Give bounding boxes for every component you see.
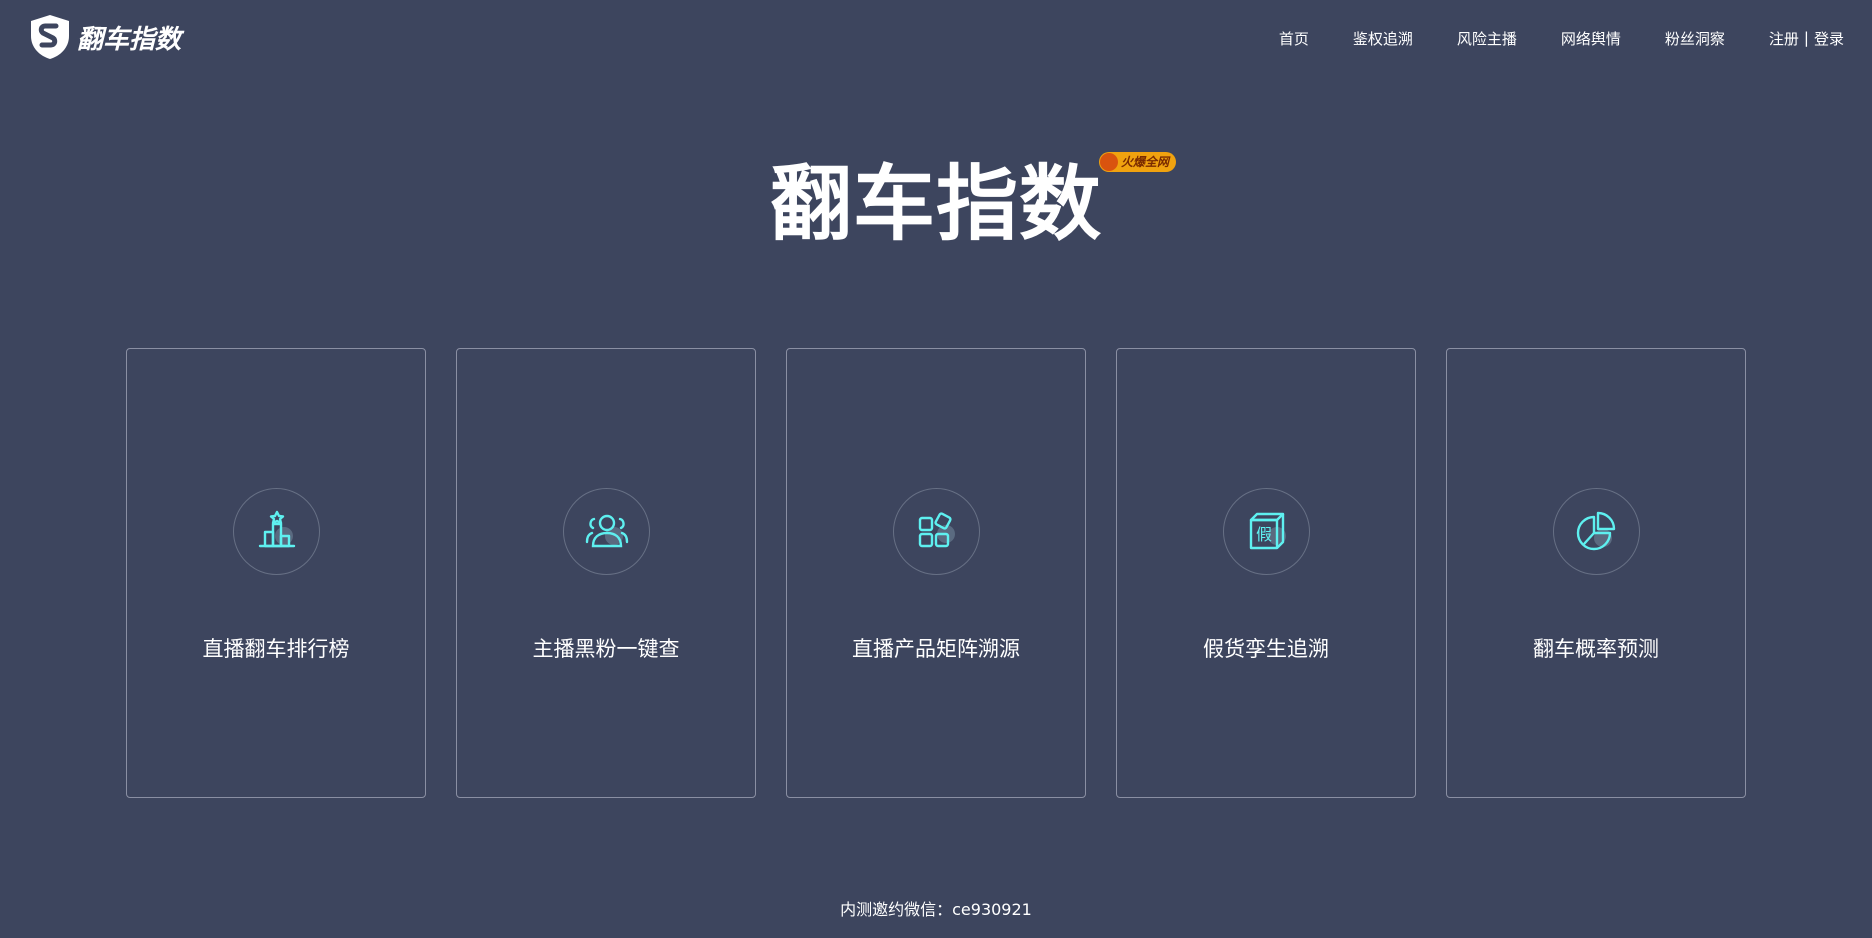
apps-grid-icon	[893, 488, 980, 575]
card-label-probability: 翻车概率预测	[1533, 637, 1659, 661]
svg-text:假: 假	[1255, 525, 1271, 544]
card-label-ranking: 直播翻车排行榜	[202, 637, 350, 661]
nav-item-risk-anchor[interactable]: 风险主播	[1457, 28, 1517, 49]
card-probability[interactable]: 翻车概率预测	[1446, 348, 1746, 798]
ranking-podium-icon	[233, 488, 320, 575]
shield-logo-icon	[31, 15, 69, 59]
hero-title: 翻车指数	[769, 157, 1102, 252]
card-product-matrix[interactable]: 直播产品矩阵溯源	[786, 348, 1086, 798]
hero-title-wrap: 翻车指数 火爆全网	[769, 150, 1176, 260]
auth-separator: |	[1803, 29, 1809, 47]
hero: 翻车指数 火爆全网	[0, 150, 1872, 260]
pie-chart-icon	[1553, 488, 1640, 575]
logo[interactable]: 翻车指数	[29, 14, 181, 60]
hot-badge-label: 火爆全网	[1120, 155, 1169, 169]
nav-item-fan-insight[interactable]: 粉丝洞察	[1665, 28, 1725, 49]
feature-cards: 直播翻车排行榜 主播黑粉一键查 直播产品矩阵溯源 假 假货孪生追溯 翻车概率预测	[126, 348, 1746, 798]
nav-item-public-opinion[interactable]: 网络舆情	[1561, 28, 1621, 49]
flame-icon	[1099, 153, 1118, 171]
footer-contact: 内测邀约微信：ce930921	[840, 900, 1032, 919]
nav-item-home[interactable]: 首页	[1279, 28, 1309, 49]
users-group-icon	[563, 488, 650, 575]
top-nav: 首页 鉴权追溯 风险主播 网络舆情 粉丝洞察 注册 | 登录	[1279, 26, 1844, 50]
fake-box-icon: 假	[1223, 488, 1310, 575]
nav-item-trace[interactable]: 鉴权追溯	[1353, 28, 1413, 49]
brand-name: 翻车指数	[77, 24, 182, 55]
login-link[interactable]: 登录	[1814, 28, 1844, 49]
page: 翻车指数 首页 鉴权追溯 风险主播 网络舆情 粉丝洞察 注册 | 登录 翻车指数…	[0, 0, 1872, 938]
card-label-fake-trace: 假货孪生追溯	[1203, 637, 1329, 661]
register-link[interactable]: 注册	[1769, 28, 1799, 49]
card-anti-fan-check[interactable]: 主播黑粉一键查	[456, 348, 756, 798]
card-label-product-matrix: 直播产品矩阵溯源	[852, 637, 1020, 661]
card-label-anti-fan-check: 主播黑粉一键查	[532, 637, 680, 661]
hot-badge: 火爆全网	[1098, 152, 1176, 172]
card-fake-trace[interactable]: 假 假货孪生追溯	[1116, 348, 1416, 798]
card-ranking[interactable]: 直播翻车排行榜	[126, 348, 426, 798]
auth-links: 注册 | 登录	[1769, 28, 1844, 49]
